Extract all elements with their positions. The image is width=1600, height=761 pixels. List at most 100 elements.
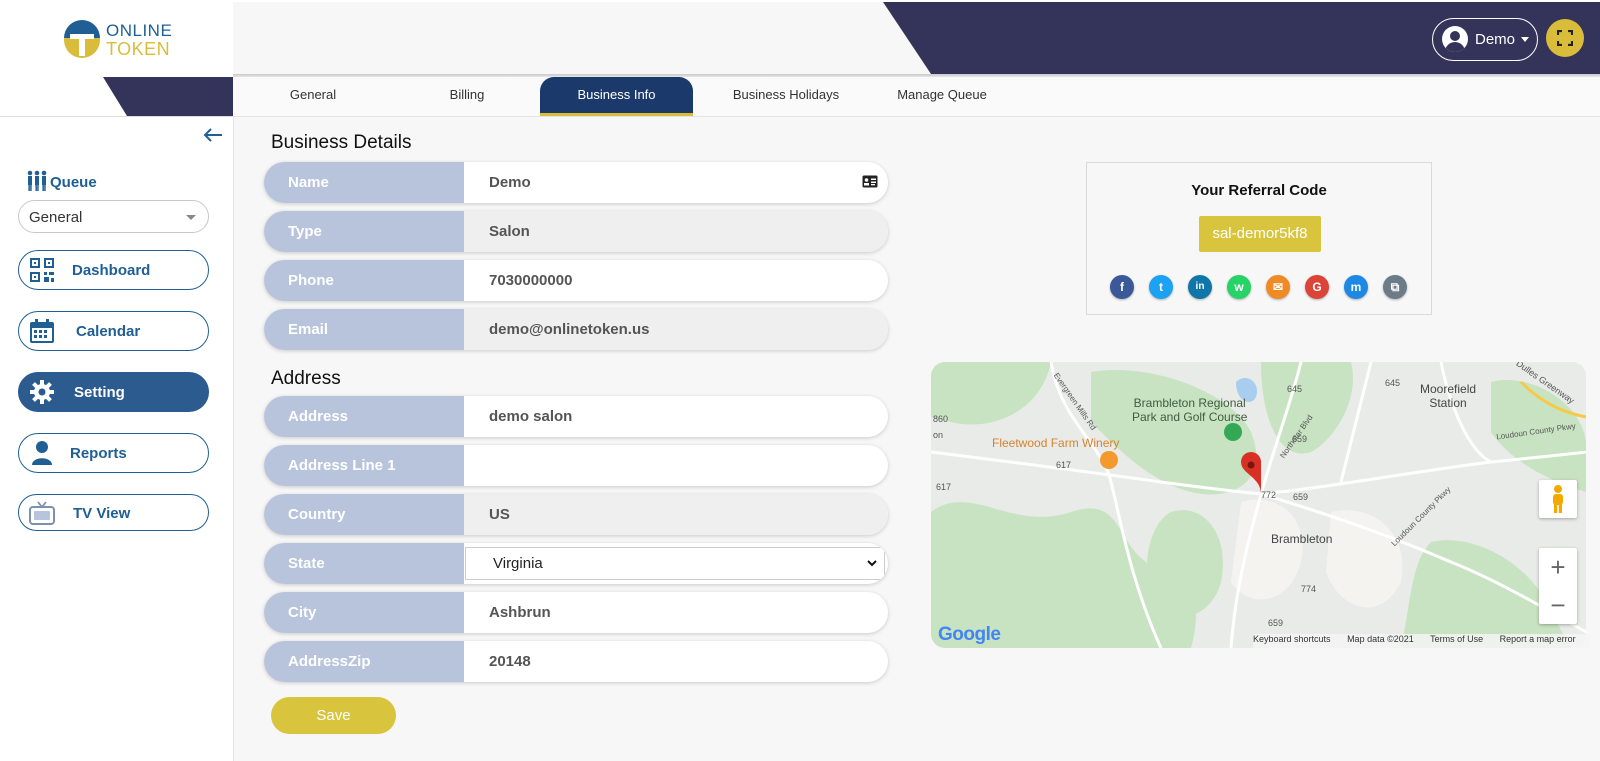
street-view-pegman-button[interactable] (1539, 480, 1577, 518)
back-arrow-icon[interactable] (202, 125, 224, 145)
top-bar (0, 0, 1600, 78)
tab-manage-queue[interactable]: Manage Queue (869, 77, 1015, 113)
country-field-label: Country (264, 494, 464, 535)
email-field-label: Email (264, 309, 464, 350)
zip-field-label: AddressZip (264, 641, 464, 682)
map-shield-659a: 659 (1292, 434, 1308, 444)
settings-tabs: General Billing Business Info Business H… (233, 77, 1600, 117)
tab-business-info[interactable]: Business Info (540, 77, 693, 116)
map-shield-617a: 617 (1056, 460, 1072, 470)
map-label-winery: Fleetwood Farm Winery (992, 436, 1120, 450)
user-icon (32, 441, 52, 465)
zip-field-input[interactable]: 20148 (464, 641, 888, 682)
tab-billing[interactable]: Billing (407, 77, 527, 113)
queue-select[interactable]: General (18, 200, 209, 233)
id-card-icon (862, 175, 878, 188)
tab-business-holidays[interactable]: Business Holidays (711, 77, 861, 113)
google-logo: Google (938, 624, 1001, 646)
type-field-row: Type Salon (264, 211, 888, 252)
address-field-input[interactable]: demo salon (464, 396, 888, 437)
referral-title: Your Referral Code (1191, 182, 1327, 199)
phone-field-label: Phone (264, 260, 464, 301)
terms-of-use-link[interactable]: Terms of Use (1430, 634, 1483, 644)
map-shield-772: 772 (1261, 490, 1277, 500)
state-field-row: State Virginia (264, 543, 888, 584)
messenger-icon[interactable]: m (1344, 275, 1368, 299)
zoom-out-button[interactable]: − (1539, 590, 1577, 620)
google-icon[interactable]: G (1305, 275, 1329, 299)
type-field-input: Salon (464, 211, 888, 252)
address-line1-field-input[interactable] (464, 445, 888, 486)
tab-general[interactable]: General (253, 77, 373, 113)
address-field-label: Address (264, 396, 464, 437)
address-heading: Address (271, 368, 341, 389)
nav-setting-button[interactable]: Setting (18, 372, 209, 412)
map-label-station: Moorefield Station (1420, 382, 1477, 410)
name-field-input[interactable]: Demo (464, 162, 888, 203)
address-line1-field-label: Address Line 1 (264, 445, 464, 486)
copy-icon[interactable]: ⧉ (1383, 275, 1407, 299)
map-shield-860: 860 (933, 414, 949, 424)
logo-mark-icon (64, 20, 100, 58)
linkedin-icon[interactable]: in (1188, 275, 1212, 299)
city-field-row: City Ashbrun (264, 592, 888, 633)
caret-down-icon (1521, 37, 1529, 42)
email-field-row: Email demo@onlinetoken.us (264, 309, 888, 350)
twitter-icon[interactable]: t (1149, 275, 1173, 299)
map-shield-645b: 645 (1385, 378, 1401, 388)
qr-code-icon (30, 258, 54, 282)
referral-code[interactable]: sal-demor5kf8 (1199, 216, 1321, 252)
country-field-row: Country US (264, 494, 888, 535)
map-background (931, 362, 1586, 648)
map-zoom-control: + − (1539, 548, 1577, 624)
keyboard-shortcuts-link[interactable]: Keyboard shortcuts (1253, 634, 1331, 644)
map-shield-774: 774 (1301, 584, 1317, 594)
referral-card: Your Referral Code sal-demor5kf8 f t in … (1086, 162, 1432, 315)
phone-field-row: Phone 7030000000 (264, 260, 888, 301)
map-label-park: Brambleton Regional Park and Golf Course (1132, 396, 1248, 424)
nav-calendar-button[interactable]: Calendar (18, 311, 209, 351)
fullscreen-button[interactable] (1546, 19, 1584, 57)
map-data-text: Map data ©2021 (1347, 634, 1414, 644)
whatsapp-icon[interactable]: w (1227, 275, 1251, 299)
google-logo-text: Google (938, 624, 1001, 645)
name-field-label: Name (264, 162, 464, 203)
report-map-error-link[interactable]: Report a map error (1500, 634, 1576, 644)
nav-setting-label: Setting (74, 384, 125, 401)
fullscreen-icon (1557, 30, 1573, 46)
email-field-input: demo@onlinetoken.us (464, 309, 888, 350)
pegman-icon (1553, 485, 1563, 513)
nav-reports-button[interactable]: Reports (18, 433, 209, 473)
nav-tv-view-button[interactable]: TV View (18, 494, 209, 531)
location-map[interactable]: Brambleton Regional Park and Golf Course … (931, 362, 1586, 648)
state-select-value: Virginia (493, 555, 543, 572)
nav-dashboard-label: Dashboard (72, 262, 151, 279)
map-shield-659b: 659 (1293, 492, 1309, 502)
name-field-row: Name Demo (264, 162, 888, 203)
phone-field-input[interactable]: 7030000000 (464, 260, 888, 301)
state-field-label: State (264, 543, 464, 584)
map-label-town: Brambleton (1271, 532, 1333, 546)
zoom-in-button[interactable]: + (1539, 552, 1577, 582)
business-details-heading: Business Details (271, 132, 412, 153)
app-logo[interactable]: ONLINE TOKEN (62, 20, 172, 62)
sidebar-strip-band (103, 77, 233, 116)
map-label-on: on (933, 430, 944, 440)
nav-dashboard-button[interactable]: Dashboard (18, 250, 209, 290)
state-select[interactable]: Virginia (465, 547, 885, 580)
city-field-label: City (264, 592, 464, 633)
logo-text-online: ONLINE (106, 21, 173, 40)
user-circle-icon (1442, 26, 1468, 52)
chevron-down-icon (186, 215, 196, 220)
save-button[interactable]: Save (271, 697, 396, 734)
user-menu-button[interactable]: Demo (1432, 18, 1538, 61)
map-shield-645a: 645 (1287, 384, 1303, 394)
nav-tv-view-label: TV View (73, 505, 131, 522)
map-footer: Keyboard shortcuts Map data ©2021 Terms … (1253, 634, 1590, 648)
zip-field-row: AddressZip 20148 (264, 641, 888, 682)
queue-label-text: Queue (50, 174, 97, 191)
facebook-icon[interactable]: f (1110, 275, 1134, 299)
city-field-input[interactable]: Ashbrun (464, 592, 888, 633)
email-icon[interactable]: ✉ (1266, 275, 1290, 299)
queue-people-icon (27, 170, 47, 191)
